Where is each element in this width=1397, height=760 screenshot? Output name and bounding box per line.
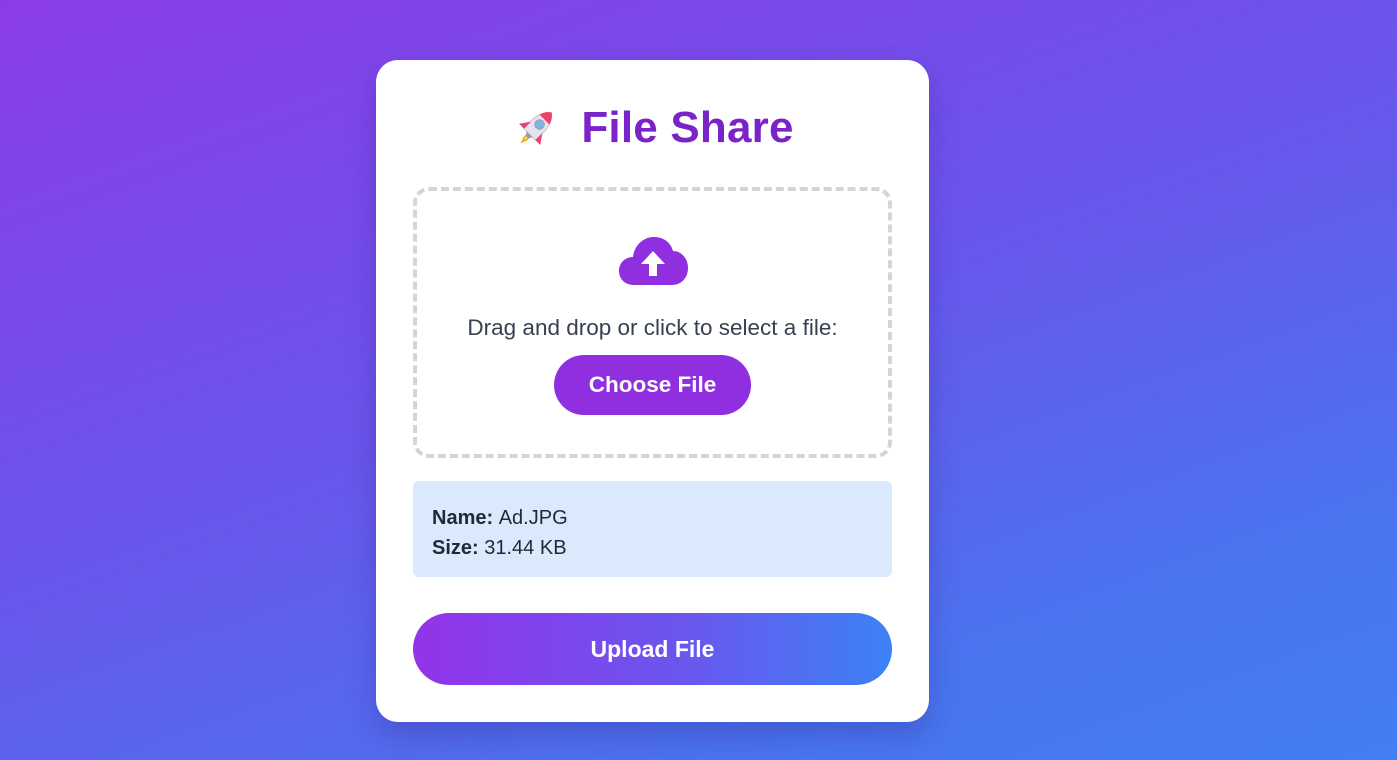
file-size-value: 31.44 KB: [484, 537, 567, 559]
file-size-row: Size: 31.44 KB: [432, 533, 873, 563]
rocket-icon: [511, 103, 561, 153]
page-title: File Share: [581, 103, 794, 152]
dropzone-instruction: Drag and drop or click to select a file:: [467, 315, 838, 340]
file-name-row: Name: Ad.JPG: [432, 503, 873, 533]
file-info-panel: Name: Ad.JPG Size: 31.44 KB: [413, 481, 892, 577]
choose-file-button[interactable]: Choose File: [554, 355, 751, 415]
file-share-card: File Share Drag and drop or click to sel…: [376, 60, 929, 722]
file-dropzone[interactable]: Drag and drop or click to select a file:…: [413, 187, 892, 458]
upload-file-button[interactable]: Upload File: [413, 613, 892, 685]
header: File Share: [376, 100, 929, 156]
file-name-value: Ad.JPG: [498, 507, 568, 529]
file-size-label: Size:: [432, 537, 485, 559]
file-name-label: Name:: [432, 507, 499, 529]
cloud-upload-icon: [618, 235, 690, 287]
